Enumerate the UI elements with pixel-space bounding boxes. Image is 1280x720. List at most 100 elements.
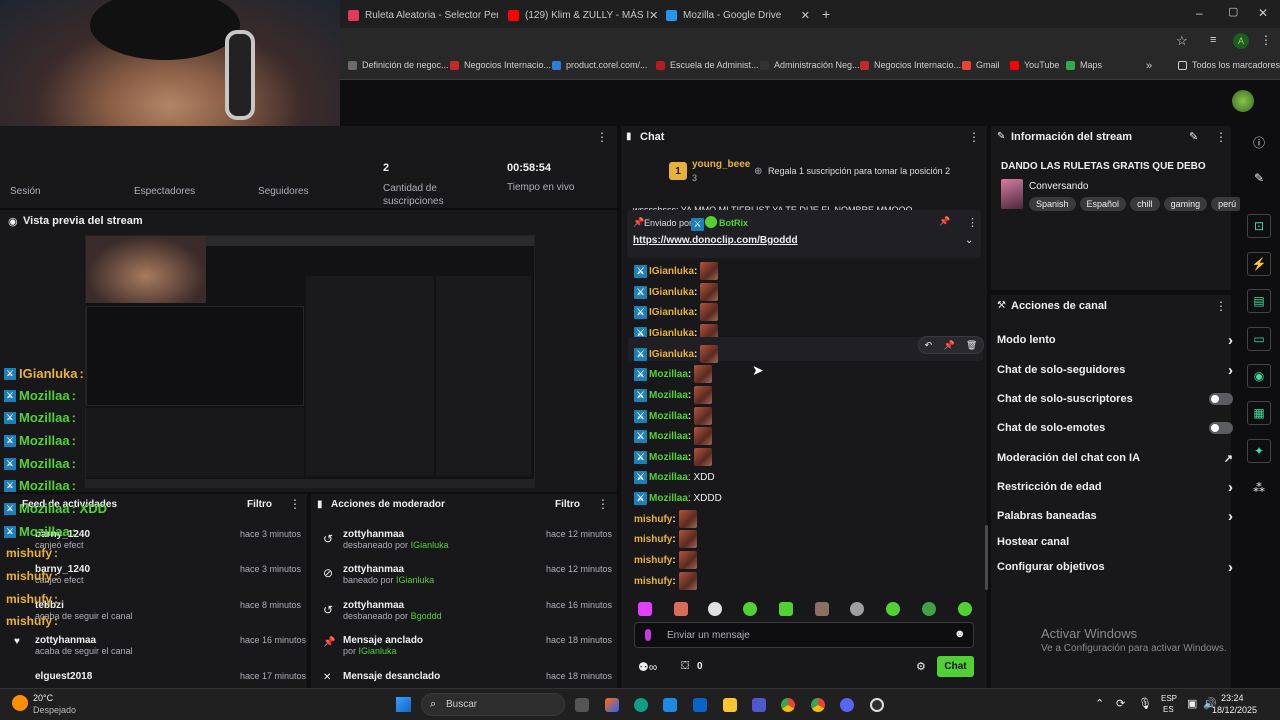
- chrome-icon[interactable]: [781, 698, 795, 712]
- stats-menu-icon[interactable]: ⋮: [596, 130, 608, 144]
- emote-shortcut[interactable]: [638, 602, 652, 616]
- emotes-only-toggle[interactable]: [1209, 422, 1233, 434]
- channel-actions-menu-icon[interactable]: ⋮: [1215, 299, 1227, 313]
- clock-date[interactable]: 18/12/2025: [1212, 705, 1257, 715]
- star-icon[interactable]: ☆: [1176, 33, 1188, 49]
- tag[interactable]: chill: [1130, 197, 1160, 211]
- emote-shortcut[interactable]: [886, 602, 900, 616]
- start-button[interactable]: [396, 697, 411, 712]
- browser-tab[interactable]: (129) Klim & ZULLY - MÁS I ✕: [508, 4, 658, 26]
- chat-menu-icon[interactable]: ⋮: [968, 130, 980, 144]
- emote-shortcut[interactable]: [743, 602, 757, 616]
- activity-menu-icon[interactable]: ⋮: [289, 497, 301, 511]
- discord-icon[interactable]: [840, 698, 854, 712]
- bookmark-item[interactable]: Administración Neg...: [760, 60, 860, 70]
- media-control-icon[interactable]: ≡: [1210, 34, 1216, 46]
- tag[interactable]: Español: [1079, 197, 1127, 211]
- taskbar-search[interactable]: ⌕ Buscar: [421, 693, 565, 716]
- emote-shortcut[interactable]: [779, 602, 793, 616]
- outlook-icon[interactable]: [693, 698, 707, 712]
- obs-icon[interactable]: [870, 698, 884, 712]
- send-chat-button[interactable]: Chat: [937, 656, 974, 677]
- broadcast-icon[interactable]: ◉: [1247, 364, 1271, 388]
- user-avatar[interactable]: [1232, 90, 1254, 112]
- scrollbar[interactable]: [985, 525, 988, 590]
- tab-close-icon[interactable]: ✕: [801, 9, 810, 22]
- mic-tray-icon[interactable]: 🎙: [1138, 697, 1152, 710]
- chat-input-box[interactable]: Enviar un mensaje ☻: [634, 622, 974, 648]
- bookmark-item[interactable]: Maps: [1066, 60, 1102, 70]
- gift-prompt[interactable]: Regala 1 suscripción para tomar la posic…: [768, 166, 950, 176]
- delete-icon[interactable]: 🗑: [966, 340, 977, 351]
- action-banned-words[interactable]: Palabras baneadas ›: [997, 506, 1233, 526]
- action-age-restriction[interactable]: Restricción de edad ›: [997, 477, 1233, 497]
- stream-info-menu-icon[interactable]: ⋮: [1215, 130, 1227, 144]
- bookmarks-overflow-icon[interactable]: »: [1146, 60, 1152, 72]
- emoji-picker-icon[interactable]: ☻: [954, 628, 966, 640]
- info-icon[interactable]: ⓘ: [1247, 130, 1271, 154]
- chrome-active-icon[interactable]: [811, 698, 825, 712]
- reply-icon[interactable]: ↶: [925, 340, 933, 351]
- channel-points-icon[interactable]: ⛋: [681, 660, 689, 673]
- edit-icon[interactable]: ✎: [1247, 166, 1271, 190]
- apps-icon[interactable]: ⁂: [1247, 476, 1271, 500]
- profile-avatar[interactable]: A: [1233, 33, 1249, 49]
- emote-shortcut[interactable]: [708, 602, 722, 616]
- unpin-icon[interactable]: 📌: [939, 216, 950, 227]
- minimize-button[interactable]: –: [1196, 6, 1203, 20]
- edge-icon[interactable]: [634, 698, 648, 712]
- language-top[interactable]: ESP: [1161, 694, 1177, 703]
- expand-chevron-icon[interactable]: ⌄: [965, 235, 973, 246]
- pinned-message[interactable]: 📌 Enviado por ⚔ BotRix 📌 ⋮ https://www.d…: [627, 210, 981, 258]
- layout-icon[interactable]: ▦: [1247, 401, 1271, 425]
- chat-bubble-rail-icon[interactable]: ▭: [1247, 327, 1271, 351]
- maximize-button[interactable]: ▢: [1228, 5, 1238, 18]
- close-window-button[interactable]: ✕: [1258, 6, 1268, 20]
- emote-shortcut[interactable]: [815, 602, 829, 616]
- bookmark-item[interactable]: Negocios Internacio...: [860, 60, 961, 70]
- network-icon[interactable]: ▣: [1187, 697, 1197, 710]
- action-subscribers-only[interactable]: Chat de solo-suscriptores: [997, 389, 1233, 409]
- language-bottom[interactable]: ES: [1163, 705, 1174, 714]
- teams-icon[interactable]: [752, 698, 766, 712]
- browser-tab[interactable]: Ruleta Aleatoria - Selector Perso✕: [348, 4, 498, 26]
- activity-filter-button[interactable]: Filtro: [247, 499, 272, 510]
- wrench-rail-icon[interactable]: ✦: [1247, 439, 1271, 463]
- emote-shortcut[interactable]: [850, 602, 864, 616]
- stream-preview-video[interactable]: [85, 235, 535, 488]
- emote-shortcut[interactable]: [674, 602, 688, 616]
- bolt-icon[interactable]: ⚡: [1247, 252, 1271, 276]
- mod-filter-button[interactable]: Filtro: [555, 499, 580, 510]
- explorer-icon[interactable]: [723, 698, 737, 712]
- tag[interactable]: Spanish: [1029, 197, 1076, 211]
- bookmark-item[interactable]: Negocios Internacio...: [450, 60, 551, 70]
- emote-shortcut[interactable]: [922, 602, 936, 616]
- mod-menu-icon[interactable]: ⋮: [597, 497, 609, 511]
- all-bookmarks-folder[interactable]: Todos los marcadores: [1178, 60, 1280, 70]
- tag[interactable]: gaming: [1163, 197, 1208, 211]
- task-view-icon[interactable]: [575, 698, 589, 712]
- action-host-channel[interactable]: Hostear canal: [997, 532, 1233, 552]
- action-followers-only[interactable]: Chat de solo-seguidores ›: [997, 360, 1233, 380]
- menu-icon[interactable]: ⋮: [1260, 33, 1272, 47]
- microphone-icon[interactable]: [645, 629, 651, 641]
- chat-settings-icon[interactable]: ⚙: [916, 660, 926, 673]
- bookmark-item[interactable]: Escuela de Administ...: [656, 60, 759, 70]
- tray-app-icon[interactable]: ⟳: [1116, 697, 1125, 710]
- tag[interactable]: perú: [1211, 197, 1244, 211]
- document-icon[interactable]: ▤: [1247, 289, 1271, 313]
- subscribers-only-toggle[interactable]: [1209, 393, 1233, 405]
- chat-message[interactable]: ⚔ IGianluka:: [634, 345, 719, 363]
- copilot-icon[interactable]: [605, 698, 619, 712]
- infinity-icon[interactable]: ⚉∞: [638, 660, 657, 674]
- emote-shortcut[interactable]: [958, 602, 972, 616]
- clock-time[interactable]: 23:24: [1221, 693, 1244, 703]
- action-ai-moderation[interactable]: Moderación del chat con IA ↗: [997, 448, 1233, 468]
- bookmark-item[interactable]: Gmail: [962, 60, 1000, 70]
- bookmark-item[interactable]: product.corel.com/...: [552, 60, 648, 70]
- tab-close-icon[interactable]: ✕: [649, 9, 658, 22]
- pin-message-icon[interactable]: 📌: [943, 340, 954, 351]
- action-emotes-only[interactable]: Chat de solo-emotes: [997, 418, 1233, 438]
- pinned-link[interactable]: https://www.donoclip.com/Bgoddd: [633, 235, 798, 246]
- new-tab-button[interactable]: +: [822, 6, 830, 22]
